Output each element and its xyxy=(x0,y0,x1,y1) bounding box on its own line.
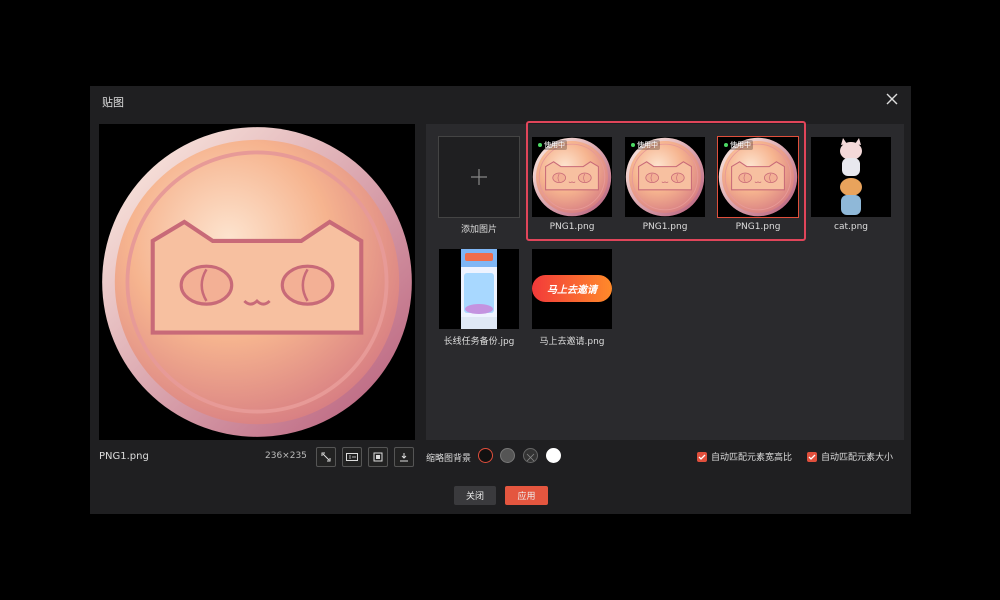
bg-swatch-black[interactable] xyxy=(478,448,493,463)
in-use-badge: 使用中 xyxy=(722,140,753,150)
in-use-badge: 使用中 xyxy=(536,140,567,150)
image-tile-invite[interactable]: 马上去邀请 马上去邀请.png xyxy=(531,248,613,347)
apply-button[interactable]: 应用 xyxy=(505,486,548,505)
preview-filename: PNG1.png xyxy=(99,451,149,462)
gif-icon xyxy=(346,453,358,461)
tile-label: PNG1.png xyxy=(642,222,688,232)
auto-ratio-label: 自动匹配元素宽高比 xyxy=(711,453,793,463)
auto-size-checkbox[interactable]: 自动匹配元素大小 xyxy=(807,450,893,463)
bottom-toolbar: PNG1.png 236×235 缩略图背景 自动匹配元素宽高比 自动匹配元素大… xyxy=(90,446,911,468)
in-use-badge: 使用中 xyxy=(629,140,660,150)
tile-label: 添加图片 xyxy=(460,225,497,235)
fit-icon xyxy=(321,452,331,462)
tile-label: 马上去邀请.png xyxy=(539,337,605,347)
thumbnail-selected[interactable]: 使用中 xyxy=(717,136,799,218)
checkbox-box[interactable] xyxy=(697,451,707,462)
sticker-dialog: 贴图 添加图片 使用中 PNG1.png 使用中 PNG1.png 使用中 PN… xyxy=(90,86,911,514)
image-tile-task-backup[interactable]: 长线任务备份.jpg xyxy=(438,248,520,347)
check-icon xyxy=(698,454,706,460)
image-grid: 添加图片 使用中 PNG1.png 使用中 PNG1.png 使用中 PNG1.… xyxy=(426,124,904,440)
thumbnail[interactable] xyxy=(438,248,520,330)
tile-label: 长线任务备份.jpg xyxy=(443,337,515,347)
add-image-button[interactable] xyxy=(438,136,520,218)
fit-button[interactable] xyxy=(316,447,336,467)
image-preview xyxy=(99,124,415,440)
task-screenshot-thumbnail xyxy=(461,249,497,329)
invite-banner-image: 马上去邀请 xyxy=(532,275,612,302)
thumbnail[interactable]: 马上去邀请 xyxy=(531,248,613,330)
cat-thumbnail xyxy=(840,138,862,215)
crop-icon xyxy=(373,452,383,462)
image-tile-cat[interactable]: cat.png xyxy=(810,136,892,232)
bg-swatch-gray[interactable] xyxy=(500,448,515,463)
bg-swatch-white[interactable] xyxy=(546,448,561,463)
gif-button[interactable] xyxy=(342,447,362,467)
thumbnail-bg-label: 缩略图背景 xyxy=(426,454,472,464)
thumbnail[interactable]: 使用中 xyxy=(624,136,706,218)
thumbnail[interactable] xyxy=(810,136,892,218)
close-button[interactable]: 关闭 xyxy=(454,486,496,505)
crop-button[interactable] xyxy=(368,447,388,467)
close-icon[interactable] xyxy=(885,92,899,106)
plus-icon xyxy=(471,169,487,185)
image-tile-png1-selected[interactable]: 使用中 PNG1.png xyxy=(717,136,799,232)
tile-label: PNG1.png xyxy=(549,222,595,232)
image-tile-png1-a[interactable]: 使用中 PNG1.png xyxy=(531,136,613,232)
checkbox-box[interactable] xyxy=(807,451,817,462)
download-button[interactable] xyxy=(394,447,414,467)
thumbnail[interactable]: 使用中 xyxy=(531,136,613,218)
tile-label: PNG1.png xyxy=(735,222,781,232)
check-icon xyxy=(808,454,816,460)
auto-size-label: 自动匹配元素大小 xyxy=(821,453,894,463)
coin-preview-image xyxy=(99,124,415,440)
dialog-title: 贴图 xyxy=(102,96,124,109)
tile-label: cat.png xyxy=(834,222,868,232)
add-image-tile[interactable]: 添加图片 xyxy=(438,136,520,235)
preview-dimensions: 236×235 xyxy=(265,451,307,461)
image-tile-png1-b[interactable]: 使用中 PNG1.png xyxy=(624,136,706,232)
bg-swatch-transparent[interactable] xyxy=(523,448,538,463)
download-icon xyxy=(400,453,408,462)
transparent-icon xyxy=(526,453,535,462)
auto-ratio-checkbox[interactable]: 自动匹配元素宽高比 xyxy=(697,450,792,463)
